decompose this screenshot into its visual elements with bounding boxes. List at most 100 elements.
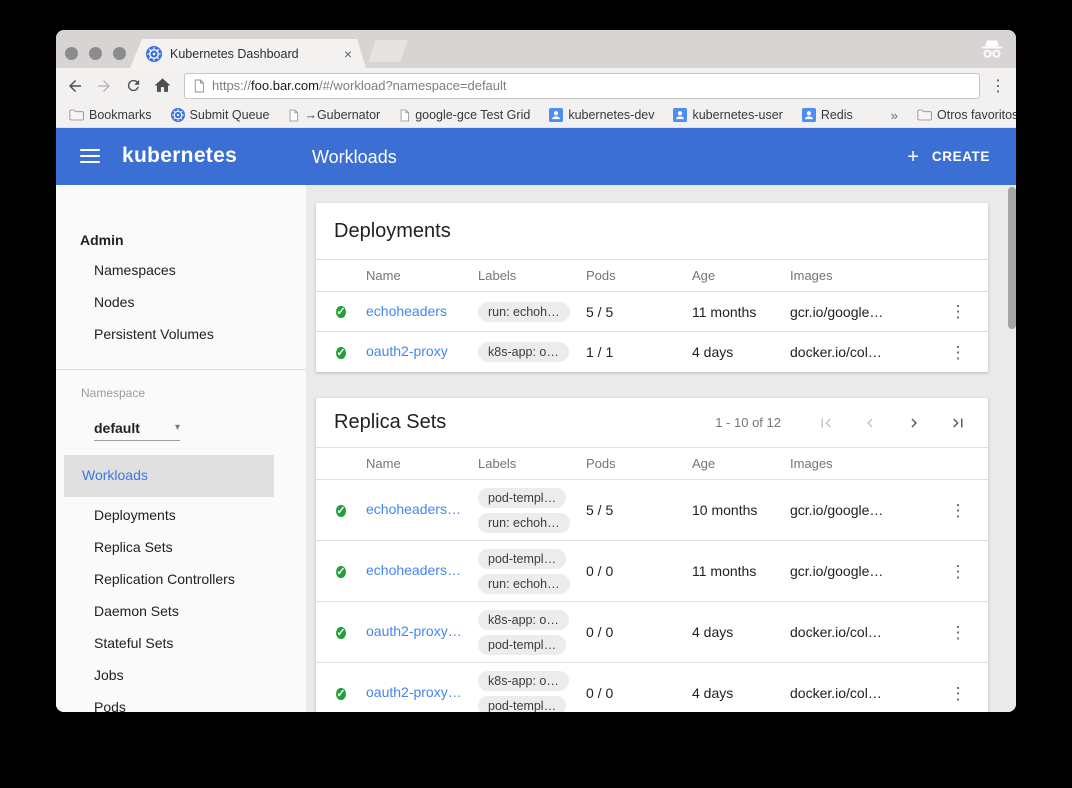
namespace-label: Namespace bbox=[81, 386, 145, 400]
deployments-card: Deployments Name Labels Pods Age Images … bbox=[316, 203, 988, 372]
sidebar-item-stateful-sets[interactable]: Stateful Sets bbox=[94, 634, 173, 652]
row-menu-icon[interactable]: ⋮ bbox=[950, 303, 967, 320]
close-window-icon[interactable] bbox=[65, 47, 78, 60]
row-menu-icon[interactable]: ⋮ bbox=[950, 624, 967, 641]
bookmark-item[interactable]: kubernetes-user bbox=[673, 108, 782, 122]
traffic-lights[interactable] bbox=[65, 47, 126, 60]
sidebar-item-pods[interactable]: Pods bbox=[94, 698, 126, 712]
table-row: ✓ echoheaders… pod-templ… run: echoh… 5 … bbox=[316, 480, 988, 541]
resource-link[interactable]: oauth2-proxy bbox=[366, 343, 448, 359]
table-row: ✓ oauth2-proxy… k8s-app: o… pod-templ… 0… bbox=[316, 602, 988, 663]
table-row: ✓ oauth2-proxy… k8s-app: o… pod-templ… 0… bbox=[316, 663, 988, 712]
column-age: Age bbox=[692, 456, 790, 471]
first-page-icon[interactable] bbox=[817, 414, 835, 432]
scrollbar-thumb[interactable] bbox=[1008, 187, 1016, 329]
page-scrollbar[interactable] bbox=[1008, 185, 1016, 712]
incognito-icon bbox=[980, 39, 1004, 60]
namespace-select[interactable]: default ▾ bbox=[94, 415, 180, 441]
sidebar-item-workloads[interactable]: Workloads bbox=[64, 455, 274, 497]
sidebar: Admin Namespaces Nodes Persistent Volume… bbox=[56, 185, 306, 712]
row-menu-icon[interactable]: ⋮ bbox=[950, 563, 967, 580]
sidebar-item-nodes[interactable]: Nodes bbox=[94, 293, 134, 311]
sidebar-item-namespaces[interactable]: Namespaces bbox=[94, 261, 176, 279]
maximize-window-icon[interactable] bbox=[113, 47, 126, 60]
url-text: https://foo.bar.com/#/workload?namespace… bbox=[212, 78, 507, 93]
sidebar-item-persistent-volumes[interactable]: Persistent Volumes bbox=[94, 325, 214, 343]
new-tab-button[interactable] bbox=[368, 40, 407, 62]
row-menu-icon[interactable]: ⋮ bbox=[950, 685, 967, 702]
images-cell: gcr.io/google… bbox=[790, 304, 928, 320]
sidebar-item-replication-controllers[interactable]: Replication Controllers bbox=[94, 570, 235, 588]
tab-close-icon[interactable]: × bbox=[344, 47, 352, 61]
bookmark-label: Bookmarks bbox=[89, 108, 152, 122]
sidebar-item-deployments[interactable]: Deployments bbox=[94, 506, 176, 524]
bookmark-item[interactable]: Bookmarks bbox=[69, 108, 152, 122]
card-title: Deployments bbox=[334, 220, 451, 243]
browser-menu-icon[interactable]: ⋮ bbox=[989, 76, 1007, 96]
images-cell: docker.io/col… bbox=[790, 624, 928, 640]
row-menu-icon[interactable]: ⋮ bbox=[950, 502, 967, 519]
deployments-card-header: Deployments bbox=[316, 203, 988, 260]
bookmarks-overflow-icon[interactable]: » bbox=[891, 108, 898, 123]
bookmarks-bar: Bookmarks Submit Queue →Gubernator googl… bbox=[56, 103, 1016, 128]
pagination-range: 1 - 10 of 12 bbox=[715, 415, 781, 430]
create-button[interactable]: + CREATE bbox=[907, 128, 990, 185]
table-header: Name Labels Pods Age Images bbox=[316, 448, 988, 480]
card-title: Replica Sets bbox=[334, 411, 446, 434]
bookmark-item[interactable]: Submit Queue bbox=[171, 108, 270, 122]
resource-link[interactable]: oauth2-proxy… bbox=[366, 623, 462, 639]
bookmark-item[interactable]: google-gce Test Grid bbox=[399, 108, 530, 122]
sidebar-item-jobs[interactable]: Jobs bbox=[94, 666, 124, 684]
address-bar[interactable]: https://foo.bar.com/#/workload?namespace… bbox=[184, 73, 980, 99]
bookmark-item[interactable]: Redis bbox=[802, 108, 853, 122]
status-ok-icon: ✓ bbox=[336, 566, 345, 578]
browser-window: Kubernetes Dashboard × bbox=[56, 30, 1016, 712]
resource-link[interactable]: echoheaders bbox=[366, 303, 447, 319]
pods-cell: 1 / 1 bbox=[586, 344, 692, 360]
resource-link[interactable]: echoheaders… bbox=[366, 562, 461, 578]
resource-link[interactable]: oauth2-proxy… bbox=[366, 684, 462, 700]
label-chip: run: echoh… bbox=[478, 574, 570, 594]
back-icon[interactable] bbox=[65, 76, 85, 96]
column-pods: Pods bbox=[586, 456, 692, 471]
create-label: CREATE bbox=[932, 149, 990, 164]
resource-link[interactable]: echoheaders… bbox=[366, 501, 461, 517]
next-page-icon[interactable] bbox=[905, 414, 923, 432]
column-images: Images bbox=[790, 456, 928, 471]
bookmark-label: →Gubernator bbox=[304, 108, 380, 122]
group-icon bbox=[673, 108, 687, 122]
replica-sets-card: Replica Sets 1 - 10 of 12 Name Labels Po… bbox=[316, 398, 988, 712]
replica-sets-card-header: Replica Sets 1 - 10 of 12 bbox=[316, 398, 988, 448]
column-images: Images bbox=[790, 268, 928, 283]
plus-icon: + bbox=[907, 147, 919, 167]
sidebar-item-admin[interactable]: Admin bbox=[80, 232, 124, 248]
label-chip: pod-templ… bbox=[478, 549, 566, 569]
age-cell: 11 months bbox=[692, 563, 790, 579]
sidebar-item-daemon-sets[interactable]: Daemon Sets bbox=[94, 602, 179, 620]
page-icon bbox=[399, 109, 410, 122]
forward-icon[interactable] bbox=[94, 76, 114, 96]
hamburger-icon[interactable] bbox=[80, 149, 100, 167]
status-ok-icon: ✓ bbox=[336, 505, 345, 517]
page-title: Workloads bbox=[312, 147, 397, 168]
previous-page-icon[interactable] bbox=[861, 414, 879, 432]
folder-icon bbox=[917, 109, 932, 121]
folder-icon bbox=[69, 109, 84, 121]
reload-icon[interactable] bbox=[123, 76, 143, 96]
label-chip: k8s-app: o… bbox=[478, 342, 569, 362]
age-cell: 10 months bbox=[692, 502, 790, 518]
browser-tab[interactable]: Kubernetes Dashboard × bbox=[130, 39, 366, 68]
sidebar-item-replica-sets[interactable]: Replica Sets bbox=[94, 538, 173, 556]
minimize-window-icon[interactable] bbox=[89, 47, 102, 60]
bookmark-folder-otros[interactable]: Otros favoritos bbox=[917, 108, 1016, 122]
bookmark-item[interactable]: kubernetes-dev bbox=[549, 108, 654, 122]
home-icon[interactable] bbox=[152, 76, 172, 96]
chevron-down-icon: ▾ bbox=[175, 422, 180, 433]
column-labels: Labels bbox=[478, 456, 586, 471]
bookmark-item[interactable]: →Gubernator bbox=[288, 108, 380, 122]
app-logo[interactable]: kubernetes bbox=[122, 144, 237, 168]
page-icon bbox=[288, 109, 299, 122]
last-page-icon[interactable] bbox=[949, 414, 967, 432]
table-row: ✓ echoheaders run: echoh… 5 / 5 11 month… bbox=[316, 292, 988, 332]
row-menu-icon[interactable]: ⋮ bbox=[950, 344, 967, 361]
